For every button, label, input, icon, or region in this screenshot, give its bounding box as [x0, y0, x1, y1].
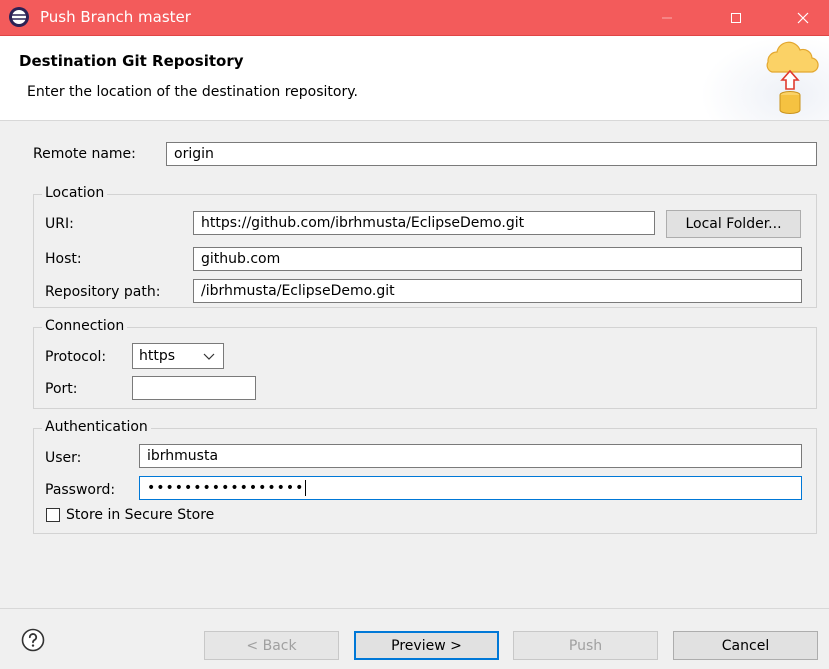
- host-field[interactable]: github.com: [193, 247, 802, 271]
- location-group-title: Location: [42, 185, 108, 201]
- page-heading: Destination Git Repository: [19, 52, 244, 70]
- chevron-down-icon: [203, 353, 215, 360]
- protocol-select[interactable]: https: [132, 343, 224, 369]
- authentication-group-title: Authentication: [42, 419, 151, 435]
- uri-label: URI:: [45, 216, 74, 232]
- repository-path-field[interactable]: /ibrhmusta/EclipseDemo.git: [193, 279, 802, 303]
- minimize-icon: [662, 17, 672, 18]
- connection-group-title: Connection: [42, 318, 128, 334]
- protocol-value: https: [139, 348, 176, 364]
- uri-field[interactable]: https://github.com/ibrhmusta/EclipseDemo…: [193, 211, 655, 235]
- preview-button[interactable]: Preview >: [354, 631, 499, 660]
- close-button[interactable]: [780, 0, 826, 35]
- host-label: Host:: [45, 251, 82, 267]
- page-description: Enter the location of the destination re…: [27, 84, 358, 100]
- local-folder-button[interactable]: Local Folder...: [666, 210, 801, 238]
- push-to-cloud-icon: [766, 41, 819, 114]
- cancel-button[interactable]: Cancel: [673, 631, 818, 660]
- close-icon: [797, 12, 809, 23]
- store-secure-label: Store in Secure Store: [66, 507, 215, 523]
- repository-path-label: Repository path:: [45, 284, 161, 300]
- text-cursor: [305, 480, 307, 496]
- window-title: Push Branch master: [40, 8, 191, 26]
- remote-name-field[interactable]: origin: [166, 142, 817, 166]
- maximize-icon: [731, 12, 741, 23]
- title-bar: Push Branch master: [0, 0, 829, 36]
- store-secure-checkbox[interactable]: [46, 508, 60, 522]
- user-label: User:: [45, 450, 82, 466]
- password-field[interactable]: •••••••••••••••••: [139, 476, 802, 500]
- port-field[interactable]: [132, 376, 256, 400]
- password-label: Password:: [45, 482, 116, 498]
- minimize-button[interactable]: [644, 0, 690, 35]
- back-button[interactable]: < Back: [204, 631, 339, 660]
- eclipse-app-icon: [9, 7, 29, 27]
- protocol-label: Protocol:: [45, 349, 107, 365]
- password-value: •••••••••••••••••: [147, 480, 305, 496]
- remote-name-label: Remote name:: [33, 146, 136, 162]
- port-label: Port:: [45, 381, 78, 397]
- push-button[interactable]: Push: [513, 631, 658, 660]
- user-field[interactable]: ibrhmusta: [139, 444, 802, 468]
- help-icon[interactable]: [21, 628, 45, 652]
- footer-separator: [0, 608, 829, 609]
- maximize-button[interactable]: [713, 0, 759, 35]
